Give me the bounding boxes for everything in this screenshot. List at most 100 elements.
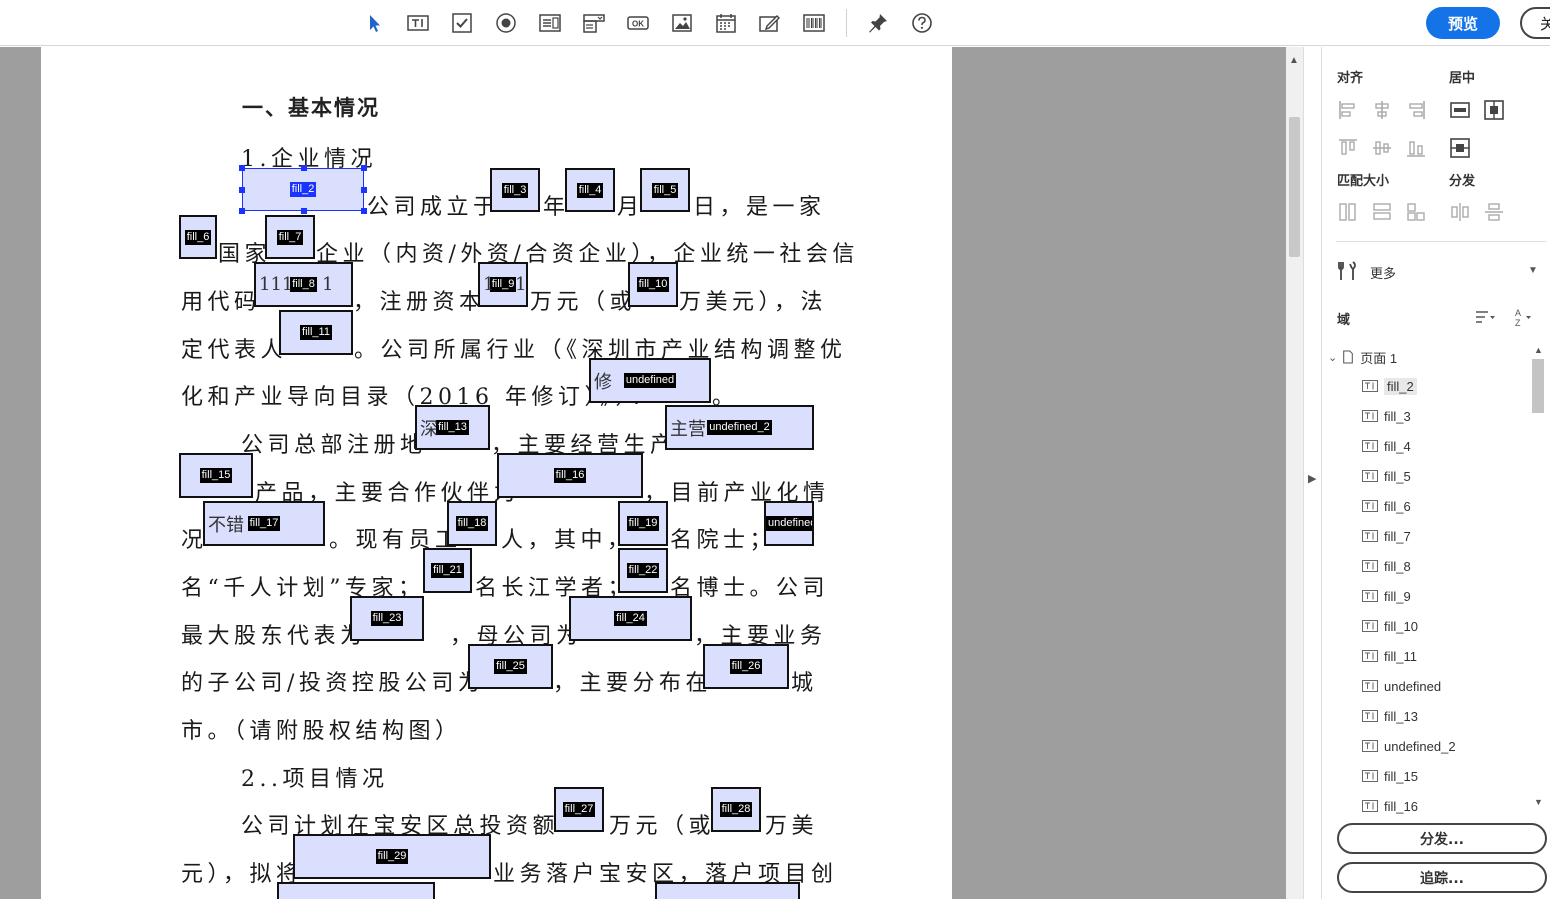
image-field-tool-icon[interactable] [669,10,695,36]
resize-handle[interactable] [361,187,367,193]
form-field-fill-18[interactable]: fill_18 [447,501,497,546]
form-field-fill-11[interactable]: fill_11 [279,310,353,355]
form-field-fill-2[interactable]: fill_2 [239,165,367,214]
signature-tool-icon[interactable] [757,10,783,36]
form-field-undefined[interactable]: 修 undefined [589,358,711,403]
match-both-icon[interactable] [1405,201,1427,223]
pin-icon[interactable] [865,10,891,36]
list-box-tool-icon[interactable] [537,10,563,36]
form-field-fill-29[interactable]: fill_29 [293,834,491,879]
resize-handle[interactable] [361,165,367,171]
form-field-fill-19[interactable]: fill_19 [618,501,668,546]
date-field-tool-icon[interactable] [713,10,739,36]
scrollbar-thumb[interactable] [1532,359,1544,413]
tree-item-field[interactable]: fill_3 [1362,404,1411,428]
select-tool-icon[interactable] [361,10,387,36]
tree-item-field[interactable]: fill_15 [1362,764,1418,788]
dropdown-tool-icon[interactable] [581,10,607,36]
form-field-fill-8[interactable]: 111 fill_8 1 [254,262,353,307]
resize-handle[interactable] [239,165,245,171]
form-field-fill-24[interactable]: fill_24 [569,596,692,641]
more-label[interactable]: 更多 [1370,263,1396,282]
distribute-horizontal-icon[interactable] [1449,201,1471,223]
match-height-icon[interactable] [1371,201,1393,223]
tree-item-field[interactable]: fill_13 [1362,704,1418,728]
collapse-arrow-icon[interactable]: ▶ [1308,472,1316,485]
form-field-fill-17[interactable]: 不错 fill_17 [203,501,325,546]
close-button[interactable]: 关 [1520,7,1550,39]
scroll-up-icon[interactable]: ▲ [1534,345,1543,355]
sort-alpha-icon[interactable]: AZ [1512,306,1534,328]
align-top-icon[interactable] [1337,137,1359,159]
align-middle-icon[interactable] [1371,137,1393,159]
radio-button-tool-icon[interactable] [493,10,519,36]
document-scrollbar[interactable]: ▲ [1286,47,1303,899]
tree-item-field[interactable]: fill_9 [1362,584,1411,608]
center-horizontal-icon[interactable] [1449,99,1471,121]
form-field-fill-4[interactable]: fill_4 [565,168,615,212]
panel-collapse-strip[interactable]: ▶ [1303,47,1322,899]
align-center-horizontal-icon[interactable] [1371,99,1393,121]
tree-item-field[interactable]: undefined_2 [1362,734,1456,758]
form-field-fill-21[interactable]: fill_21 [423,548,472,593]
tree-root-page[interactable]: ⌄ 页面 1 [1328,347,1528,367]
form-field-fill-3[interactable]: fill_3 [490,168,540,212]
form-field-fill-16[interactable]: fill_16 [497,453,643,498]
form-field-fill-28[interactable]: fill_28 [711,787,761,832]
form-field-fill-15[interactable]: fill_15 [179,453,253,498]
center-vertical-icon[interactable] [1449,137,1471,159]
sort-options-icon[interactable] [1474,306,1496,328]
form-field-partial[interactable] [655,882,800,899]
scrollbar-thumb[interactable] [1289,117,1300,257]
align-bottom-icon[interactable] [1405,137,1427,159]
tree-item-field[interactable]: fill_6 [1362,494,1411,518]
scroll-up-icon[interactable]: ▲ [1289,55,1299,66]
form-field-fill-6[interactable]: fill_6 [179,215,217,259]
more-dropdown-icon[interactable]: ▼ [1528,265,1538,276]
checkbox-tool-icon[interactable] [449,10,475,36]
tree-item-field[interactable]: fill_16 [1362,794,1418,818]
tree-item-field[interactable]: fill_2 [1362,374,1417,398]
form-field-partial[interactable] [277,882,435,899]
resize-handle[interactable] [301,165,307,171]
align-right-icon[interactable] [1405,99,1427,121]
form-field-fill-5[interactable]: fill_5 [640,168,690,212]
distribute-button[interactable]: 分发... [1337,823,1547,854]
form-field-fill-13[interactable]: 深 fill_13 [415,405,490,450]
resize-handle[interactable] [301,208,307,214]
match-width-icon[interactable] [1337,201,1359,223]
tree-item-field[interactable]: fill_7 [1362,524,1411,548]
scroll-down-icon[interactable]: ▼ [1534,797,1543,807]
preview-button[interactable]: 预览 [1426,7,1500,39]
tree-item-field[interactable]: fill_4 [1362,434,1411,458]
form-field-fill-22[interactable]: fill_22 [618,548,668,593]
tree-expand-icon[interactable]: ⌄ [1328,351,1337,364]
form-field-undefined-2[interactable]: 主营 undefined_2 [665,405,814,450]
tree-item-field[interactable]: fill_8 [1362,554,1411,578]
resize-handle[interactable] [361,208,367,214]
tree-item-field[interactable]: undefined [1362,674,1441,698]
tree-item-field[interactable]: fill_5 [1362,464,1411,488]
resize-handle[interactable] [239,187,245,193]
center-both-icon[interactable] [1483,99,1505,121]
tree-item-field[interactable]: fill_11 [1362,644,1417,668]
form-field-fill-25[interactable]: fill_25 [468,644,553,689]
distribute-vertical-icon[interactable] [1483,201,1505,223]
form-field-fill-23[interactable]: fill_23 [350,596,424,641]
resize-handle[interactable] [239,208,245,214]
form-field-fill-10[interactable]: fill_10 [628,262,678,307]
tree-item-field[interactable]: fill_10 [1362,614,1418,638]
button-tool-icon[interactable]: OK [625,10,651,36]
form-field-fill-26[interactable]: fill_26 [703,644,789,689]
track-button[interactable]: 追踪... [1337,862,1547,893]
barcode-tool-icon[interactable] [801,10,827,36]
form-field-fill-9[interactable]: 1 fill_9 1 [478,262,528,307]
align-left-icon[interactable] [1337,99,1359,121]
form-field-fill-7[interactable]: fill_7 [265,215,315,259]
more-tools-icon[interactable] [1337,260,1359,282]
text-field-tool-icon[interactable] [405,10,431,36]
tree-scrollbar[interactable]: ▲ ▼ [1530,345,1546,813]
help-icon[interactable] [909,10,935,36]
form-field-undefined-3[interactable]: undefined [764,501,814,546]
form-field-fill-27[interactable]: fill_27 [554,787,604,832]
